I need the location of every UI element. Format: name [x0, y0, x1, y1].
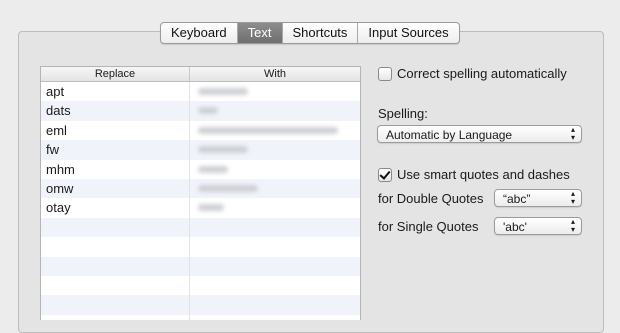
- popup-arrows-icon: ▴ ▾: [570, 189, 575, 206]
- correct-spelling-checkbox[interactable]: [378, 66, 392, 81]
- empty-table-row: [41, 237, 360, 257]
- table-row[interactable]: fw: [41, 140, 360, 160]
- tab-keyboard[interactable]: Keyboard: [161, 23, 238, 43]
- table-row[interactable]: dats: [41, 101, 360, 121]
- double-quotes-label: for Double Quotes: [378, 191, 484, 206]
- correct-spelling-label: Correct spelling automatically: [397, 66, 567, 81]
- tab-shortcuts[interactable]: Shortcuts: [283, 23, 359, 43]
- redacted-text: [198, 146, 248, 154]
- tab-bar: Keyboard Text Shortcuts Input Sources: [160, 22, 460, 44]
- replace-cell[interactable]: fw: [41, 140, 190, 160]
- with-cell-redacted[interactable]: [190, 121, 360, 140]
- empty-table-row: [41, 275, 360, 296]
- table-header: Replace With: [41, 67, 360, 82]
- smart-quotes-option[interactable]: Use smart quotes and dashes: [378, 167, 570, 182]
- redacted-text: [198, 165, 228, 173]
- spelling-language-value: Automatic by Language: [386, 128, 513, 142]
- table-row[interactable]: eml: [41, 120, 360, 141]
- single-quotes-label: for Single Quotes: [378, 219, 479, 234]
- replace-cell[interactable]: omw: [41, 178, 190, 199]
- table-row[interactable]: omw: [41, 178, 360, 199]
- with-cell-redacted[interactable]: [190, 198, 360, 217]
- replace-cell[interactable]: eml: [41, 120, 190, 141]
- table-row[interactable]: otay: [41, 198, 360, 218]
- redacted-text: [198, 107, 218, 115]
- replace-cell[interactable]: mhm: [41, 159, 190, 179]
- smart-quotes-label: Use smart quotes and dashes: [397, 167, 570, 182]
- empty-table-row: [41, 256, 360, 276]
- redacted-text: [198, 184, 258, 192]
- redacted-text: [198, 204, 224, 212]
- with-cell-redacted[interactable]: [190, 82, 360, 101]
- double-quotes-popup[interactable]: “abc” ▴ ▾: [494, 189, 582, 207]
- tab-input-sources[interactable]: Input Sources: [358, 23, 458, 43]
- popup-arrows-icon: ▴ ▾: [570, 125, 575, 142]
- replace-cell[interactable]: dats: [41, 101, 190, 121]
- popup-arrows-icon: ▴ ▾: [570, 217, 575, 234]
- column-header-replace[interactable]: Replace: [41, 67, 190, 81]
- redacted-text: [198, 126, 338, 134]
- table-row[interactable]: apt: [41, 82, 360, 102]
- spelling-label: Spelling:: [378, 106, 428, 121]
- with-cell-redacted[interactable]: [190, 101, 360, 120]
- smart-quotes-checkbox[interactable]: [378, 167, 392, 182]
- redacted-text: [198, 88, 248, 95]
- empty-table-row: [41, 314, 360, 320]
- column-header-with[interactable]: With: [190, 67, 360, 81]
- replace-cell[interactable]: apt: [41, 82, 190, 102]
- double-quotes-value: “abc”: [503, 192, 531, 206]
- table-row[interactable]: mhm: [41, 159, 360, 179]
- tab-text[interactable]: Text: [237, 23, 283, 43]
- replace-cell[interactable]: otay: [41, 198, 190, 218]
- with-cell-redacted[interactable]: [190, 179, 360, 198]
- empty-table-row: [41, 217, 360, 238]
- text-replacement-table[interactable]: Replace With apt dats eml fw mhm omw ota…: [40, 66, 361, 320]
- single-quotes-popup[interactable]: 'abc' ▴ ▾: [494, 217, 582, 235]
- spelling-language-popup[interactable]: Automatic by Language ▴ ▾: [377, 125, 582, 143]
- with-cell-redacted[interactable]: [190, 160, 360, 179]
- correct-spelling-option[interactable]: Correct spelling automatically: [378, 66, 567, 81]
- empty-table-row: [41, 295, 360, 315]
- with-cell-redacted[interactable]: [190, 140, 360, 159]
- single-quotes-value: 'abc': [503, 220, 527, 234]
